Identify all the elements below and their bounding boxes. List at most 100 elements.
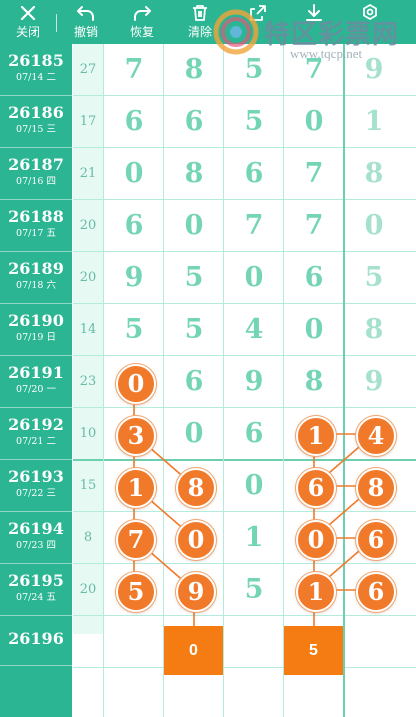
highlight-ball: 0 — [116, 364, 156, 404]
period-number: 26192 — [8, 415, 64, 434]
period-column: 26185 07/14 二 26186 07/15 三 26187 07/16 四 2618… — [0, 44, 72, 717]
period-row: 26186 07/15 三 — [0, 96, 72, 148]
period-date: 07/15 三 — [16, 124, 56, 135]
period-row-next: 26196 — [0, 616, 72, 666]
period-date: 07/23 四 — [16, 540, 56, 551]
highlight-ball: 7 — [116, 520, 156, 560]
next-pick-cell[interactable]: 0 — [164, 626, 223, 675]
digit-cell: 5 — [364, 262, 384, 293]
period-date: 07/16 四 — [16, 176, 56, 187]
period-number: 26194 — [8, 519, 64, 538]
digit-cell: 1 — [364, 106, 384, 137]
sum-value: 14 — [79, 322, 97, 337]
sum-value: 20 — [79, 270, 97, 285]
trash-icon — [172, 0, 228, 25]
period-row: 26188 07/17 五 — [0, 200, 72, 252]
digit-cell: 6 — [184, 106, 204, 137]
close-label: 关闭 — [15, 25, 40, 39]
period-number: 26185 — [8, 51, 64, 70]
highlight-ball: 1 — [116, 468, 156, 508]
toolbar: 关闭 撤销 恢复 清除 — [0, 0, 416, 44]
highlight-ball: 8 — [356, 468, 396, 508]
digit-cell: 0 — [184, 418, 204, 449]
period-row: 26193 07/22 三 — [0, 460, 72, 512]
redo-label: 恢复 — [129, 25, 154, 39]
digit-cell: 6 — [124, 210, 144, 241]
period-number: 26191 — [8, 363, 64, 382]
period-row: 26189 07/18 六 — [0, 252, 72, 304]
redo-icon — [114, 0, 170, 25]
digit-cell: 1 — [244, 522, 264, 553]
digit-cell: 5 — [184, 262, 204, 293]
period-number: 26187 — [8, 155, 64, 174]
period-date: 07/19 日 — [16, 332, 56, 343]
settings-icon — [342, 0, 398, 25]
digit-cell: 5 — [244, 106, 264, 137]
highlight-ball: 8 — [176, 468, 216, 508]
sum-value: 17 — [79, 114, 97, 129]
undo-icon — [58, 0, 114, 25]
period-row: 26194 07/23 四 — [0, 512, 72, 564]
highlight-ball: 1 — [296, 416, 336, 456]
period-row: 26187 07/16 四 — [0, 148, 72, 200]
digit-cell: 4 — [244, 314, 264, 345]
highlight-ball: 9 — [176, 572, 216, 612]
grid-hline — [72, 667, 416, 668]
digit-cell: 8 — [304, 366, 324, 397]
sum-value: 23 — [79, 374, 97, 389]
highlight-ball: 1 — [296, 572, 336, 612]
digit-cell: 7 — [304, 158, 324, 189]
period-number: 26188 — [8, 207, 64, 226]
digit-cell: 0 — [244, 470, 264, 501]
period-row: 26185 07/14 二 — [0, 44, 72, 96]
period-number: 26193 — [8, 467, 64, 486]
highlight-ball: 0 — [296, 520, 336, 560]
digit-cell: 9 — [364, 54, 384, 85]
period-date: 07/18 六 — [16, 280, 56, 291]
highlight-ball: 4 — [356, 416, 396, 456]
digit-cell: 0 — [244, 262, 264, 293]
digit-cell: 0 — [184, 210, 204, 241]
period-number: 26196 — [8, 629, 64, 648]
digit-cell: 6 — [124, 106, 144, 137]
sum-column: 27 17 21 20 20 14 23 10 15 8 20 — [72, 44, 104, 634]
digit-cell: 6 — [244, 418, 264, 449]
next-pick-cell[interactable]: 5 — [284, 626, 343, 675]
settings-button[interactable] — [342, 0, 398, 44]
digit-cell: 5 — [124, 314, 144, 345]
clear-button[interactable]: 清除 — [172, 0, 228, 44]
undo-button[interactable]: 撤销 — [58, 0, 114, 44]
period-number: 26195 — [8, 571, 64, 590]
digit-cell: 6 — [184, 366, 204, 397]
digit-cell: 7 — [304, 54, 324, 85]
highlight-ball: 3 — [116, 416, 156, 456]
period-date: 07/17 五 — [16, 228, 56, 239]
share-button[interactable] — [230, 0, 286, 44]
clear-label: 清除 — [187, 25, 212, 39]
sum-value: 15 — [79, 478, 97, 493]
sum-value: 8 — [83, 530, 93, 545]
digit-cell: 0 — [304, 106, 324, 137]
digit-cell: 7 — [244, 210, 264, 241]
period-date: 07/22 三 — [16, 488, 56, 499]
digit-cell: 0 — [304, 314, 324, 345]
sum-value: 20 — [79, 582, 97, 597]
digit-cell: 5 — [244, 54, 264, 85]
period-date: 07/24 五 — [16, 592, 56, 603]
redo-button[interactable]: 恢复 — [114, 0, 170, 44]
digit-cell: 9 — [244, 366, 264, 397]
period-number: 26186 — [8, 103, 64, 122]
digit-cell: 6 — [244, 158, 264, 189]
digit-cell: 8 — [364, 314, 384, 345]
digit-cell: 6 — [304, 262, 324, 293]
period-number: 26189 — [8, 259, 64, 278]
period-row: 26195 07/24 五 — [0, 564, 72, 616]
digit-cell: 5 — [244, 574, 264, 605]
share-icon — [230, 0, 286, 25]
digit-cell: 9 — [364, 366, 384, 397]
close-button[interactable]: 关闭 — [0, 0, 56, 44]
period-number: 26190 — [8, 311, 64, 330]
undo-label: 撤销 — [73, 25, 98, 39]
download-button[interactable] — [286, 0, 342, 44]
digit-cell: 8 — [184, 54, 204, 85]
